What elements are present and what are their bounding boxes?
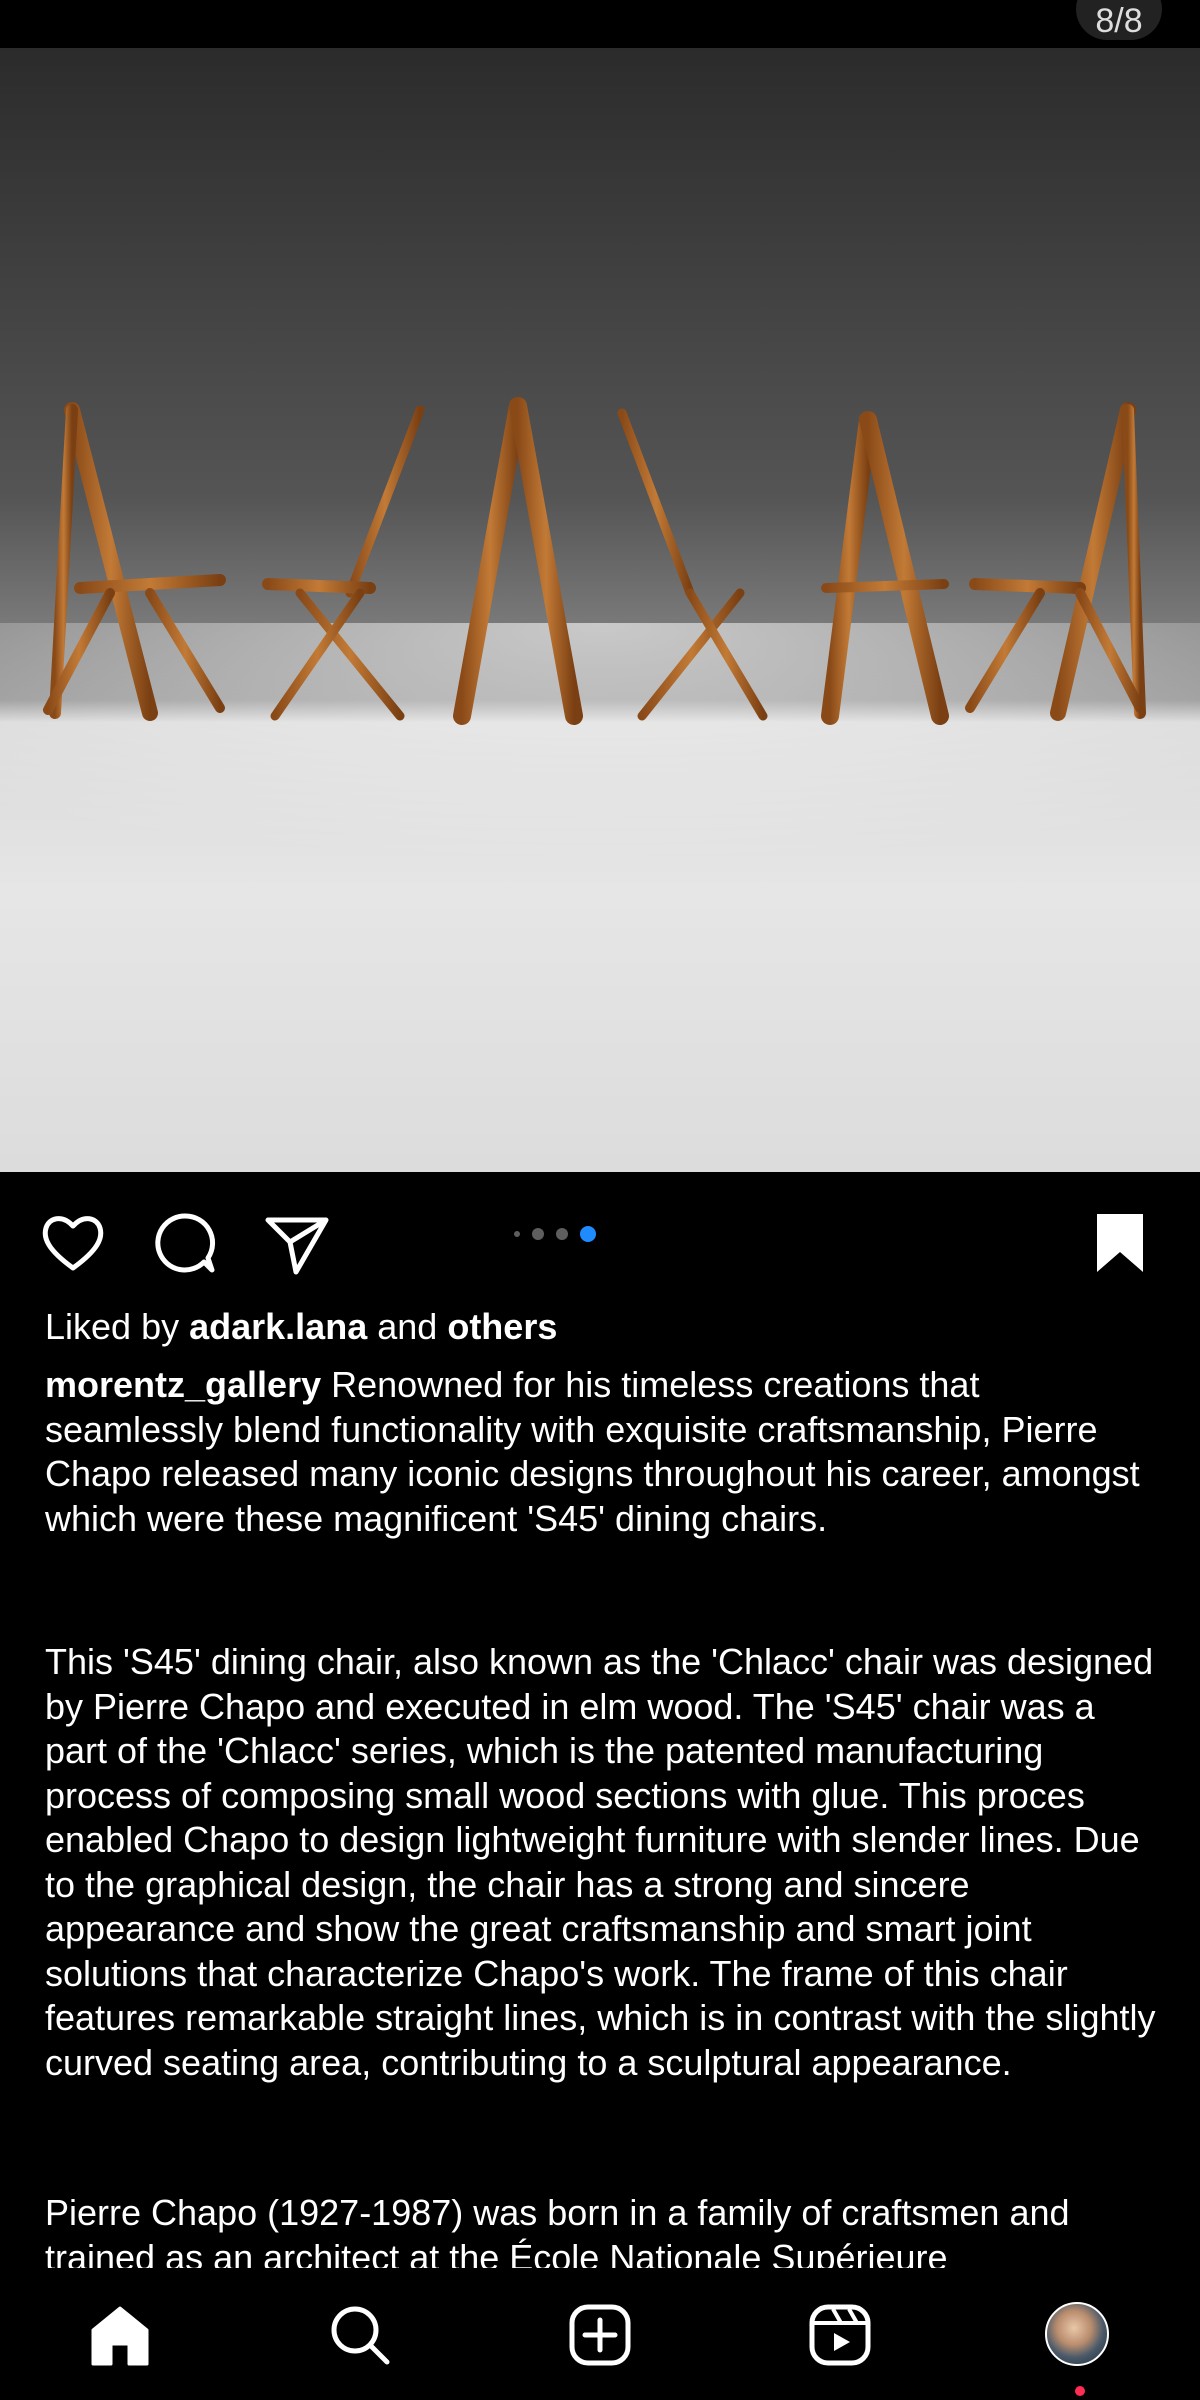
caption-paragraph-2: This 'S45' dining chair, also known as t… [45, 1641, 1156, 2083]
caption-username[interactable]: morentz_gallery [45, 1364, 321, 1405]
heart-icon[interactable] [38, 1208, 108, 1278]
likes-line: Liked by adark.lana and others [45, 1305, 1165, 1350]
create-post-icon[interactable] [565, 2300, 635, 2370]
liked-by-user[interactable]: adark.lana [189, 1306, 367, 1347]
status-bar [0, 0, 1200, 48]
reels-icon[interactable] [805, 2300, 875, 2370]
post-actions [0, 1172, 1200, 1302]
profile-avatar[interactable] [1045, 2302, 1109, 2366]
search-icon[interactable] [325, 2300, 395, 2370]
likes-others-link[interactable]: others [447, 1306, 557, 1347]
carousel-dot [532, 1228, 544, 1240]
chairs-illustration [0, 397, 1200, 923]
chair-1 [43, 402, 226, 721]
carousel-dots [514, 1224, 596, 1244]
likes-joiner: and [377, 1306, 438, 1347]
bottom-nav [0, 2268, 1200, 2400]
caption-paragraph-1: morentz_gallery Renowned for his timeles… [45, 1363, 1165, 1541]
likes-prefix: Liked by [45, 1306, 180, 1347]
carousel-dot [514, 1231, 520, 1237]
notification-dot [1075, 2386, 1085, 2396]
post-photo[interactable] [0, 48, 1200, 1172]
home-icon[interactable] [85, 2300, 155, 2370]
carousel-counter: 8/8 [1076, 0, 1162, 40]
carousel-dot-active [580, 1226, 596, 1242]
comment-icon[interactable] [150, 1208, 220, 1278]
paper-plane-icon[interactable] [262, 1208, 332, 1278]
carousel-dot [556, 1228, 568, 1240]
caption-paragraph-3: Pierre Chapo (1927-1987) was born in a f… [45, 2192, 1070, 2278]
bookmark-icon[interactable] [1085, 1208, 1155, 1278]
